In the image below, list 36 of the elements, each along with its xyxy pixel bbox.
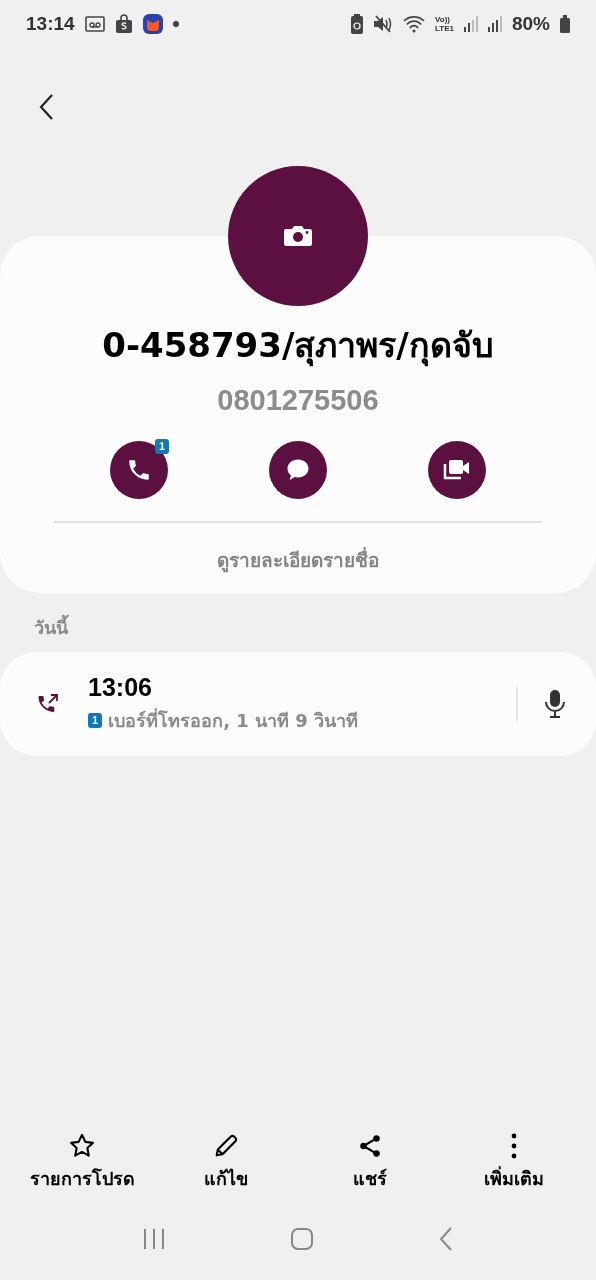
toolbar-button[interactable]: แชร์	[305, 1132, 435, 1198]
notification-dot-icon	[172, 21, 179, 27]
message-button[interactable]	[269, 441, 327, 499]
shopping-bag-icon	[114, 14, 133, 34]
call-description: เบอร์ที่โทรออก, 1 นาที 9 วินาที	[108, 707, 359, 733]
toolbar-button[interactable]: เพิ่มเติม	[449, 1132, 579, 1198]
contact-name: 0-458793/สุภาพร/กุดจับ	[102, 324, 494, 369]
call-log-item[interactable]: 13:06 1 เบอร์ที่โทรออก, 1 นาที 9 วินาที	[0, 652, 596, 756]
toolbar-button[interactable]: แก้ไข	[161, 1132, 291, 1198]
camera-icon	[283, 224, 313, 248]
sim-badge: 1	[88, 713, 103, 728]
network-label: LTE1	[435, 24, 454, 33]
video-call-button[interactable]	[428, 441, 486, 499]
mute-icon	[373, 15, 393, 33]
app-icon	[142, 14, 163, 34]
signal-icon	[463, 16, 478, 32]
star-icon	[68, 1132, 96, 1160]
section-heading: วันนี้	[0, 593, 596, 652]
wifi-icon	[403, 15, 425, 33]
call-time: 13:06	[88, 673, 153, 702]
battery-percent: 80%	[511, 13, 550, 35]
phone-number: 0801275506	[217, 384, 379, 417]
toolbar-button[interactable]: รายการโปรด	[17, 1132, 147, 1198]
share-icon	[357, 1132, 383, 1160]
signal-icon	[487, 16, 502, 32]
volte-label: Vo))	[435, 15, 451, 24]
more-options-icon	[510, 1132, 518, 1160]
sim-badge: 1	[154, 439, 169, 454]
phone-icon	[126, 457, 152, 483]
battery-saver-icon	[351, 14, 363, 34]
voicemail-icon	[84, 15, 105, 33]
contact-details-link[interactable]: ดูรายละเอียดรายชื่อ	[217, 545, 379, 575]
battery-icon	[560, 15, 570, 33]
recording-button[interactable]	[544, 689, 566, 719]
status-time: 13:14	[26, 13, 75, 35]
call-button[interactable]: 1	[110, 441, 168, 499]
